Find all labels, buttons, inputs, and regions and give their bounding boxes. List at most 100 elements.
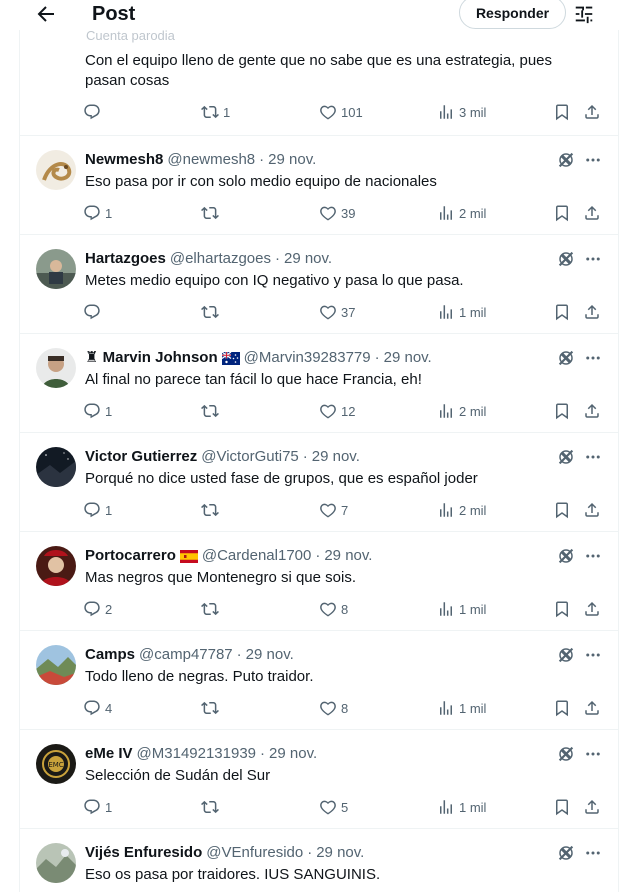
username[interactable]: @elhartazgoes xyxy=(170,250,271,268)
display-name[interactable]: ♜ Marvin Johnson xyxy=(85,349,218,367)
avatar[interactable] xyxy=(36,546,76,586)
grok-icon[interactable] xyxy=(557,547,575,565)
avatar[interactable] xyxy=(36,645,76,685)
views-action[interactable]: 3 mil xyxy=(437,100,486,124)
avatar[interactable] xyxy=(36,843,76,883)
grok-icon[interactable] xyxy=(557,448,575,466)
reply-action[interactable] xyxy=(83,300,105,324)
display-name[interactable]: Vijés Enfuresido xyxy=(85,844,202,862)
avatar[interactable] xyxy=(36,348,76,388)
views-action[interactable]: 1 mil xyxy=(437,300,486,324)
repost-action[interactable] xyxy=(201,201,223,225)
bookmark-action[interactable] xyxy=(553,201,571,225)
like-action[interactable]: 8 xyxy=(319,696,348,720)
reply-action[interactable]: 1 xyxy=(83,498,112,522)
reply-post[interactable]: Hartazgoes @elhartazgoes · 29 nov. Metes… xyxy=(20,235,618,334)
reply-action[interactable]: 2 xyxy=(83,597,112,621)
share-action[interactable] xyxy=(583,498,601,522)
share-action[interactable] xyxy=(583,201,601,225)
username[interactable]: @Cardenal1700 xyxy=(202,547,311,565)
like-action[interactable]: 101 xyxy=(319,100,363,124)
repost-action[interactable] xyxy=(201,498,223,522)
display-name[interactable]: Newmesh8 xyxy=(85,151,163,169)
reply-post[interactable]: Vijés Enfuresido @VEnfuresido · 29 nov. … xyxy=(20,829,618,892)
reply-post[interactable]: Victor Gutierrez @VictorGuti75 · 29 nov.… xyxy=(20,433,618,532)
repost-action[interactable] xyxy=(201,300,223,324)
like-action[interactable]: 37 xyxy=(319,300,355,324)
grok-icon[interactable] xyxy=(557,646,575,664)
reply-action[interactable]: 1 xyxy=(83,201,112,225)
more-icon[interactable] xyxy=(583,844,603,862)
bookmark-action[interactable] xyxy=(553,100,571,124)
views-action[interactable]: 1 mil xyxy=(437,795,486,819)
username[interactable]: @newmesh8 xyxy=(167,151,255,169)
more-icon[interactable] xyxy=(583,349,603,367)
bookmark-action[interactable] xyxy=(553,696,571,720)
display-name[interactable]: eMe IV xyxy=(85,745,133,763)
avatar[interactable] xyxy=(36,150,76,190)
reply-post[interactable]: ♜ Marvin Johnson @Marvin39283779 · 29 no… xyxy=(20,334,618,433)
share-action[interactable] xyxy=(583,795,601,819)
display-name[interactable]: Camps xyxy=(85,646,135,664)
views-action[interactable]: 1 mil xyxy=(437,597,486,621)
views-action[interactable]: 2 mil xyxy=(437,399,486,423)
filter-icon[interactable] xyxy=(573,3,595,25)
avatar[interactable] xyxy=(36,249,76,289)
repost-action[interactable]: 1 xyxy=(201,100,230,124)
share-action[interactable] xyxy=(583,597,601,621)
reply-action[interactable]: 1 xyxy=(83,399,112,423)
more-icon[interactable] xyxy=(583,151,603,169)
repost-action[interactable] xyxy=(201,399,223,423)
share-action[interactable] xyxy=(583,696,601,720)
like-action[interactable]: 7 xyxy=(319,498,348,522)
like-action[interactable]: 12 xyxy=(319,399,355,423)
grok-icon[interactable] xyxy=(557,151,575,169)
share-action[interactable] xyxy=(583,399,601,423)
reply-action[interactable]: 1 xyxy=(83,795,112,819)
like-action[interactable]: 5 xyxy=(319,795,348,819)
back-arrow-icon[interactable] xyxy=(34,2,58,26)
reply-post[interactable]: Camps @camp47787 · 29 nov. Todo lleno de… xyxy=(20,631,618,730)
display-name[interactable]: Victor Gutierrez xyxy=(85,448,197,466)
bookmark-action[interactable] xyxy=(553,300,571,324)
display-name[interactable]: Portocarrero xyxy=(85,547,176,565)
grok-icon[interactable] xyxy=(557,349,575,367)
like-action[interactable]: 39 xyxy=(319,201,355,225)
more-icon[interactable] xyxy=(583,646,603,664)
reply-post[interactable]: Portocarrero @Cardenal1700 · 29 nov. Mas… xyxy=(20,532,618,631)
timestamp[interactable]: 29 nov. xyxy=(284,250,332,268)
like-action[interactable]: 8 xyxy=(319,597,348,621)
grok-icon[interactable] xyxy=(557,745,575,763)
username[interactable]: @camp47787 xyxy=(139,646,233,664)
timestamp[interactable]: 29 nov. xyxy=(268,151,316,169)
grok-icon[interactable] xyxy=(557,844,575,862)
repost-action[interactable] xyxy=(201,696,223,720)
reply-action[interactable]: 4 xyxy=(83,696,112,720)
reply-action[interactable] xyxy=(83,100,105,124)
repost-action[interactable] xyxy=(201,795,223,819)
views-action[interactable]: 1 mil xyxy=(437,696,486,720)
timestamp[interactable]: 29 nov. xyxy=(324,547,372,565)
timestamp[interactable]: 29 nov. xyxy=(384,349,432,367)
avatar[interactable]: EMC xyxy=(36,744,76,784)
share-action[interactable] xyxy=(583,300,601,324)
reply-post[interactable]: EMC eMe IV @M31492131939 · 29 nov. Selec… xyxy=(20,730,618,829)
timestamp[interactable]: 29 nov. xyxy=(312,448,360,466)
timestamp[interactable]: 29 nov. xyxy=(316,844,364,862)
reply-post[interactable]: Newmesh8 @newmesh8 · 29 nov. Eso pasa po… xyxy=(20,136,618,235)
grok-icon[interactable] xyxy=(557,250,575,268)
views-action[interactable]: 2 mil xyxy=(437,201,486,225)
repost-action[interactable] xyxy=(201,597,223,621)
bookmark-action[interactable] xyxy=(553,597,571,621)
avatar[interactable] xyxy=(36,447,76,487)
share-action[interactable] xyxy=(583,100,601,124)
username[interactable]: @Marvin39283779 xyxy=(244,349,371,367)
username[interactable]: @VictorGuti75 xyxy=(201,448,299,466)
bookmark-action[interactable] xyxy=(553,498,571,522)
bookmark-action[interactable] xyxy=(553,399,571,423)
bookmark-action[interactable] xyxy=(553,795,571,819)
reply-button[interactable]: Responder xyxy=(459,0,566,29)
timestamp[interactable]: 29 nov. xyxy=(246,646,294,664)
more-icon[interactable] xyxy=(583,250,603,268)
display-name[interactable]: Hartazgoes xyxy=(85,250,166,268)
